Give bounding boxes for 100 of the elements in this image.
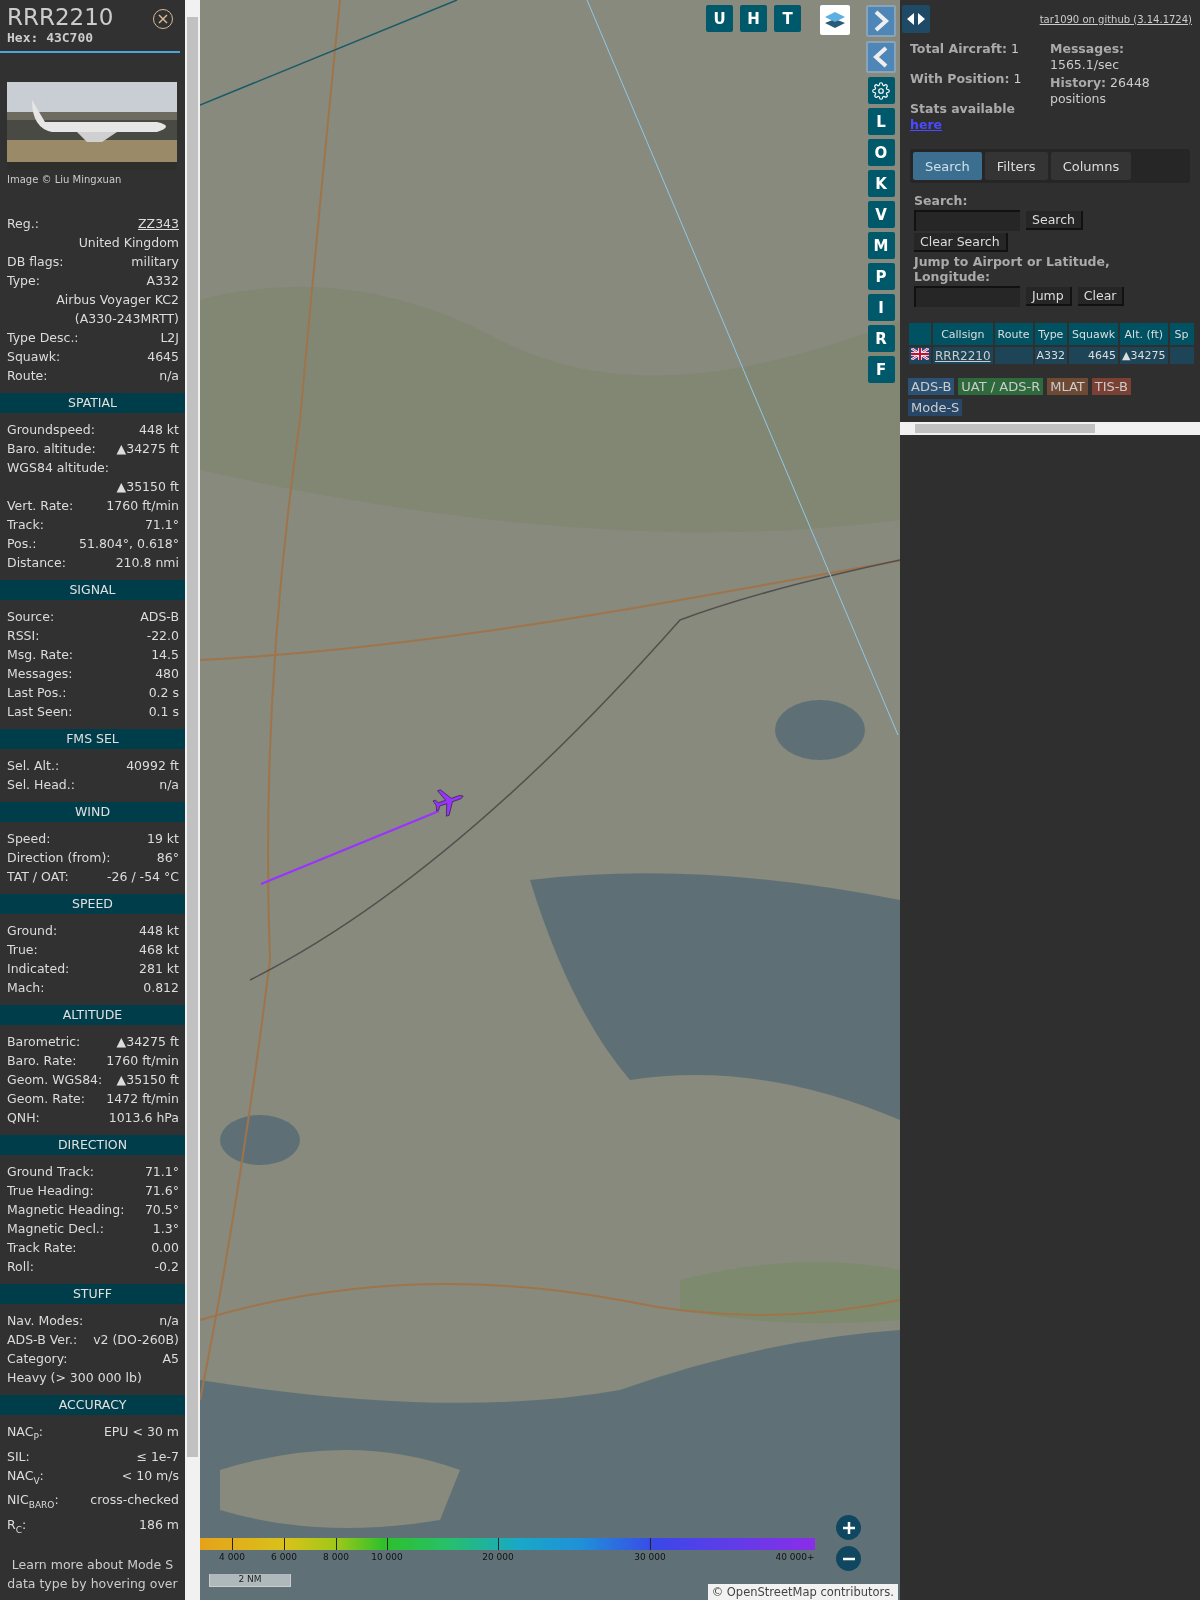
field-value: ▲34275 ft [116,440,179,458]
map-toggle-button[interactable]: V [867,201,895,228]
search-field[interactable] [914,210,1020,231]
field-value: 1472 ft/min [106,1090,179,1108]
map-toggle-button[interactable]: O [867,139,895,166]
altitude-tick-label: 4 000 [219,1552,245,1562]
callsign-link[interactable]: RRR2210 [935,348,991,363]
field-value: 0.2 s [148,684,179,702]
tab[interactable]: Search [913,152,982,180]
source-legend-tag: UAT / ADS-R [958,378,1044,395]
field-value: 480 [155,665,179,683]
field-value: 1.3° [152,1220,179,1238]
minus-icon [841,1556,856,1561]
field-label: Ground Track: [7,1163,94,1181]
stat-text: History: 26448 positions [1050,75,1151,107]
map-attribution: © OpenStreetMap contributors. [707,1584,898,1600]
field-value: 51.804°, 0.618° [79,535,179,553]
field-label: Nav. Modes: [7,1312,84,1330]
field-label: Speed: [7,830,51,848]
map-toggle-button[interactable]: U [706,5,733,32]
field-value: 14.5 [151,646,179,664]
clear-search-button[interactable]: Clear Search [914,233,1008,252]
field-value: 448 kt [139,421,179,439]
layers-button[interactable] [820,5,850,35]
map-toggle-button[interactable]: K [867,170,895,197]
map-toggle-button[interactable]: P [867,263,895,290]
table-header [909,323,931,345]
field-label: Route: [7,367,48,385]
section-header: SIGNAL [0,580,185,600]
scrollbar[interactable] [185,0,200,1600]
field-label: Roll: [7,1258,34,1276]
field-value: A332 [146,272,179,290]
field-value: United Kingdom [78,234,179,252]
field-label: True: [7,941,38,959]
attribution-link[interactable]: OpenStreetMap [726,1585,817,1599]
clear-button[interactable]: Clear [1077,287,1125,306]
field-value: 281 kt [139,960,179,978]
field-label: Type: [7,272,40,290]
field-label: Last Pos.: [7,684,67,702]
source-legend-tag: TIS-B [1091,378,1131,395]
field-label: R$_{C}$: [7,1515,27,1536]
field-label: Geom. WGS84: [7,1071,103,1089]
map-toggle-button[interactable]: I [867,294,895,321]
column-header[interactable]: Callsign [933,323,993,345]
field-label: Pos.: [7,535,37,553]
field-value: 71.1° [144,516,179,534]
column-header[interactable]: Alt. (ft) [1120,323,1168,345]
field-label: Sel. Head.: [7,776,75,794]
column-header[interactable]: Route [994,323,1033,345]
field-label: Distance: [7,554,66,572]
altitude-tick-label: 10 000 [371,1552,403,1562]
forward-button[interactable] [866,5,896,37]
map-toggle-button[interactable]: T [774,5,801,32]
registration-link[interactable]: ZZ343 [138,214,179,233]
field-value: 70.5° [144,1201,179,1219]
field-label: Barometric: [7,1033,81,1051]
section-header: FMS SEL [0,729,185,749]
field-label: Source: [7,608,55,626]
field-label: Magnetic Decl.: [7,1220,105,1238]
map-toggle-button[interactable]: M [867,232,895,259]
field-value: 71.6° [144,1182,179,1200]
field-value: 86° [156,849,179,867]
field-label: Last Seen: [7,703,73,721]
column-header[interactable]: Sp [1169,323,1194,345]
field-value: 19 kt [146,830,179,848]
field-value: 186 m [139,1515,179,1534]
section-header: ALTITUDE [0,1005,185,1025]
search-button[interactable]: Search [1026,211,1083,230]
tab[interactable]: Columns [1050,152,1132,180]
field-value: 71.1° [144,1163,179,1181]
field-value: 4645 [147,348,179,366]
section-header: SPEED [0,894,185,914]
altitude-tick-label: 30 000 [634,1552,666,1562]
scrollbar[interactable] [900,422,1200,435]
field-value: < 10 m/s [121,1466,179,1485]
field-label: Category: [7,1350,68,1368]
field-label: Ground: [7,922,58,940]
jump-label: Jump to Airport or Latitude, Longitude: [914,254,1111,284]
github-link[interactable]: tar1090 on github (3.14.1724) [1039,13,1192,25]
map-toggle-button[interactable]: F [867,356,895,383]
stats-note: Stats available [910,101,1015,116]
field-label: Msg. Rate: [7,646,74,664]
map-toggle-button[interactable]: H [740,5,767,32]
map-toggle-button[interactable]: L [867,108,895,135]
field-value: n/a [159,1312,179,1330]
chevron-left-icon [873,46,889,68]
map-toggle-button[interactable]: R [867,325,895,352]
column-header[interactable]: Type [1034,323,1068,345]
field-label: WGS84 altitude: [7,459,110,477]
section-header: WIND [0,802,185,822]
panel-toggle-button[interactable] [902,5,930,33]
settings-button[interactable] [867,77,895,104]
column-header[interactable]: Squawk [1069,323,1119,345]
jump-field[interactable] [914,286,1020,307]
field-label: Magnetic Heading: [7,1201,125,1219]
jump-button[interactable]: Jump [1026,287,1072,306]
table-cell [994,347,1033,364]
field-value: Airbus Voyager KC2 (A330-243MRTT) [55,291,179,328]
tab[interactable]: Filters [984,152,1048,180]
back-button[interactable] [866,41,896,73]
